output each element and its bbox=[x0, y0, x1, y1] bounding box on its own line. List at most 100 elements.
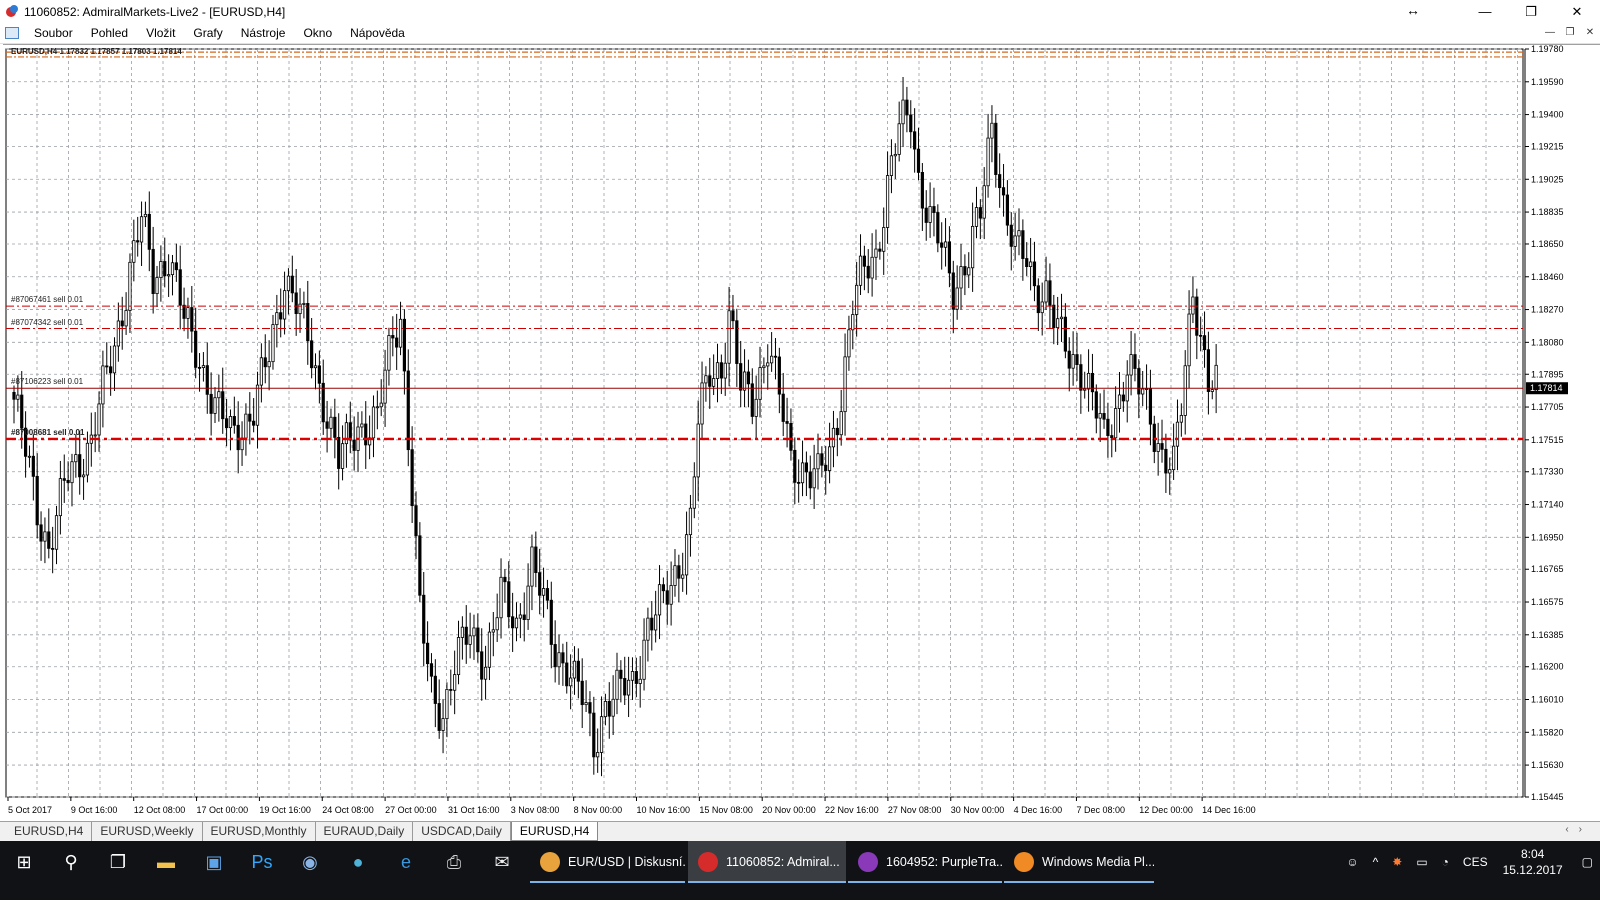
y-axis-label: 1.17140 bbox=[1531, 500, 1564, 510]
x-axis-label: 12 Oct 08:00 bbox=[134, 805, 186, 815]
candle-body bbox=[943, 241, 948, 248]
candle-body bbox=[236, 424, 240, 451]
candle-body bbox=[132, 240, 136, 263]
battery-icon[interactable]: ▭ bbox=[1416, 855, 1427, 869]
candle-body bbox=[371, 406, 376, 439]
candle-body bbox=[167, 274, 171, 277]
candle-body bbox=[569, 677, 573, 687]
menu-nastroje[interactable]: Nástroje bbox=[232, 23, 295, 44]
menu-grafy[interactable]: Grafy bbox=[184, 23, 231, 44]
language-indicator[interactable]: CES bbox=[1463, 855, 1488, 869]
taskbar-app-1[interactable]: 11060852: Admiral... bbox=[688, 841, 846, 883]
candle-body bbox=[136, 240, 140, 243]
file-explorer-icon[interactable]: ▬ bbox=[142, 841, 190, 883]
y-axis-label: 1.17515 bbox=[1531, 435, 1564, 445]
minimize-button[interactable]: — bbox=[1462, 0, 1508, 23]
order-line-label[interactable]: #87067461 sell 0.01 bbox=[11, 295, 83, 304]
candle-body bbox=[1210, 389, 1214, 392]
windows-start-icon[interactable]: ⊞ bbox=[0, 841, 48, 883]
candle-body bbox=[905, 99, 909, 116]
notification-icon[interactable]: ▢ bbox=[1582, 855, 1593, 869]
candle-body bbox=[588, 702, 592, 714]
order-line-label[interactable]: #87106223 sell 0.01 bbox=[11, 377, 83, 386]
candle-body bbox=[507, 581, 511, 618]
tab-eurusd-h4-active[interactable]: EURUSD,H4 bbox=[510, 822, 599, 841]
candle-body bbox=[51, 547, 55, 550]
tray-app-icon[interactable]: ✸ bbox=[1392, 855, 1402, 869]
taskbar-app-underline bbox=[848, 881, 1002, 883]
candle-body bbox=[1187, 313, 1191, 367]
candle-body bbox=[1148, 388, 1153, 425]
candle-body bbox=[78, 454, 82, 478]
order-line-label[interactable]: #87008681 sell 0.01 bbox=[11, 428, 84, 437]
people-icon[interactable]: ☺ bbox=[1346, 855, 1358, 869]
mdi-restore-icon[interactable]: ❐ bbox=[1560, 23, 1580, 43]
chart-canvas[interactable]: 1.19780 1.19590 1.19400 1.19215 1.19025 1.188… bbox=[3, 45, 1600, 822]
candle-body bbox=[120, 320, 124, 327]
candle-body bbox=[112, 345, 117, 374]
candle-body bbox=[561, 652, 565, 664]
candle-body bbox=[994, 122, 998, 175]
candle-body bbox=[669, 585, 673, 605]
taskbar-app-2[interactable]: 1604952: PurpleTra... bbox=[848, 841, 1002, 883]
resize-icon[interactable]: ↔ bbox=[1406, 0, 1420, 20]
menu-pohled[interactable]: Pohled bbox=[82, 23, 137, 44]
wifi-icon[interactable]: ◔ bbox=[1442, 855, 1449, 869]
menu-vlozit[interactable]: Vložit bbox=[137, 23, 184, 44]
printer-icon[interactable]: ⎙ bbox=[430, 841, 478, 883]
candle-body bbox=[758, 367, 762, 400]
candle-body bbox=[433, 675, 437, 704]
candle-body bbox=[920, 172, 924, 209]
candle-body bbox=[1013, 235, 1017, 247]
app-globe-icon[interactable]: ◉ bbox=[286, 841, 334, 883]
candle-body bbox=[928, 206, 932, 223]
mdi-close-icon[interactable]: ✕ bbox=[1580, 23, 1600, 43]
task-view-icon[interactable]: ❐ bbox=[94, 841, 142, 883]
menu-okno[interactable]: Okno bbox=[294, 23, 341, 44]
candle-body bbox=[383, 369, 387, 404]
tab-eurusd-monthly[interactable]: EURUSD,Monthly bbox=[203, 822, 316, 841]
photoshop-icon[interactable]: Ps bbox=[238, 841, 286, 883]
candle-body bbox=[889, 155, 894, 176]
tab-eurusd-h4[interactable]: EURUSD,H4 bbox=[6, 822, 93, 841]
store-icon[interactable]: ▣ bbox=[190, 841, 238, 883]
candle-body bbox=[727, 310, 731, 364]
tab-scroll-arrows[interactable]: ‹› bbox=[1565, 824, 1592, 835]
search-icon[interactable]: ⚲ bbox=[47, 841, 95, 883]
restore-button[interactable]: ❐ bbox=[1508, 0, 1554, 23]
candle-body bbox=[897, 123, 901, 155]
taskbar-app-0[interactable]: EUR/USD | Diskusní... bbox=[530, 841, 685, 883]
clock[interactable]: 8:04 15.12.2017 bbox=[1503, 846, 1563, 878]
chart-window-icon[interactable] bbox=[5, 27, 19, 39]
order-line-label[interactable]: #87074342 sell 0.01 bbox=[11, 318, 83, 327]
candle-body bbox=[1191, 296, 1195, 315]
tab-usdcad-daily[interactable]: USDCAD,Daily bbox=[413, 822, 511, 841]
y-axis-label: 1.16010 bbox=[1531, 695, 1564, 705]
menu-soubor[interactable]: Soubor bbox=[25, 23, 82, 44]
app-circle-icon[interactable]: ● bbox=[334, 841, 382, 883]
mdi-minimize-icon[interactable]: — bbox=[1540, 23, 1560, 43]
tray-expand-icon[interactable]: ^ bbox=[1373, 855, 1379, 869]
candle-body bbox=[337, 436, 341, 469]
tab-euraud-daily[interactable]: EURAUD,Daily bbox=[316, 822, 414, 841]
close-button[interactable]: ✕ bbox=[1554, 0, 1600, 23]
y-axis-label: 1.18460 bbox=[1531, 272, 1564, 282]
candle-body bbox=[1199, 334, 1203, 337]
candle-body bbox=[893, 153, 897, 157]
candle-body bbox=[638, 678, 642, 684]
y-axis-label: 1.18080 bbox=[1531, 337, 1564, 347]
menu-napoveda[interactable]: Nápověda bbox=[341, 23, 414, 44]
candle-body bbox=[940, 242, 944, 248]
app-icon bbox=[6, 4, 18, 17]
y-axis-label: 1.17895 bbox=[1531, 369, 1564, 379]
tab-eurusd-weekly[interactable]: EURUSD,Weekly bbox=[92, 822, 203, 841]
taskbar-app-3[interactable]: Windows Media Pl... bbox=[1004, 841, 1154, 883]
taskbar-app-underline bbox=[688, 881, 846, 883]
x-axis-label: 5 Oct 2017 bbox=[8, 805, 52, 815]
candle-body bbox=[194, 330, 198, 368]
mail-icon[interactable]: ✉ bbox=[478, 841, 526, 883]
candle-body bbox=[302, 303, 306, 305]
price-chart[interactable]: 1.19780 1.19590 1.19400 1.19215 1.19025 1.188… bbox=[3, 44, 1600, 821]
edge-icon[interactable]: e bbox=[382, 841, 430, 883]
candle-body bbox=[279, 312, 283, 320]
